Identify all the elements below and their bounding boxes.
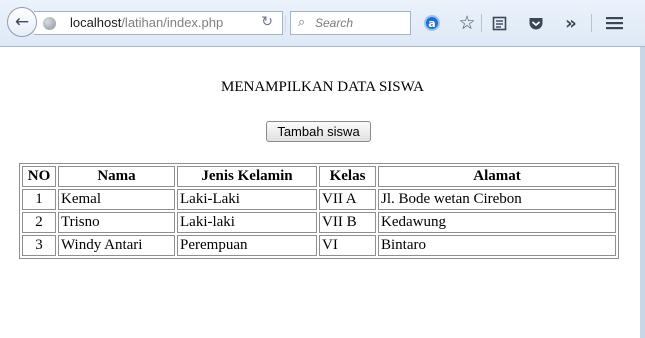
reload-icon[interactable]: ↻: [261, 14, 273, 30]
reading-list-button[interactable]: [487, 11, 511, 35]
cell-kelas: VI: [319, 235, 376, 256]
cell-jenis-kelamin: Perempuan: [177, 235, 317, 256]
back-icon: ←: [14, 12, 30, 32]
cell-no: 1: [22, 189, 56, 210]
url-divider: [285, 15, 286, 31]
table-row: 3 Windy Antari Perempuan VI Bintaro: [22, 235, 616, 256]
overflow-button[interactable]: »: [559, 11, 583, 35]
menu-icon: [605, 17, 623, 30]
table-row: 2 Trisno Laki-laki VII B Kedawung: [22, 212, 616, 233]
student-table: NO Nama Jenis Kelamin Kelas Alamat 1 Kem…: [19, 163, 619, 259]
cell-alamat: Jl. Bode wetan Cirebon: [378, 189, 616, 210]
column-header-no: NO: [22, 166, 56, 187]
star-icon: ☆: [458, 12, 476, 34]
cell-jenis-kelamin: Laki-Laki: [177, 189, 317, 210]
column-header-nama: Nama: [58, 166, 175, 187]
search-bar[interactable]: ⌕: [290, 11, 411, 35]
cell-no: 2: [22, 212, 56, 233]
table-row: 1 Kemal Laki-Laki VII A Jl. Bode wetan C…: [22, 189, 616, 210]
bookmark-star-button[interactable]: ☆: [455, 11, 479, 35]
window-edge: [640, 47, 645, 338]
url-text[interactable]: localhost/latihan/index.php: [70, 15, 223, 30]
search-icon: ⌕: [298, 15, 306, 30]
cell-nama: Windy Antari: [58, 235, 175, 256]
column-header-alamat: Alamat: [378, 166, 616, 187]
menu-button[interactable]: [602, 11, 626, 35]
url-path: /latihan/index.php: [121, 15, 224, 30]
url-host: localhost: [70, 15, 122, 30]
browser-toolbar: localhost/latihan/index.php ↻ ← ⌕ a ☆ »: [0, 0, 645, 47]
overflow-icon: »: [565, 12, 577, 34]
addon-icon: a: [424, 15, 440, 31]
column-header-kelas: Kelas: [319, 166, 376, 187]
pocket-button[interactable]: [524, 11, 548, 35]
cell-kelas: VII B: [319, 212, 376, 233]
addon-button[interactable]: a: [420, 11, 444, 35]
search-input[interactable]: [315, 14, 405, 32]
cell-alamat: Kedawung: [378, 212, 616, 233]
reading-list-icon: [492, 16, 506, 30]
cell-nama: Kemal: [58, 189, 175, 210]
page-title: MENAMPILKAN DATA SISWA: [221, 79, 424, 95]
cell-jenis-kelamin: Laki-laki: [177, 212, 317, 233]
cell-kelas: VII A: [319, 189, 376, 210]
back-button[interactable]: ←: [7, 7, 37, 37]
add-student-button[interactable]: Tambah siswa: [266, 121, 371, 142]
toolbar-separator: [481, 14, 482, 32]
cell-nama: Trisno: [58, 212, 175, 233]
pocket-icon: [529, 17, 543, 29]
table-header-row: NO Nama Jenis Kelamin Kelas Alamat: [22, 166, 616, 187]
column-header-jenis-kelamin: Jenis Kelamin: [177, 166, 317, 187]
cell-alamat: Bintaro: [378, 235, 616, 256]
toolbar-separator: [591, 14, 592, 32]
url-bar[interactable]: localhost/latihan/index.php ↻: [34, 11, 286, 35]
globe-icon[interactable]: [43, 17, 56, 30]
cell-no: 3: [22, 235, 56, 256]
